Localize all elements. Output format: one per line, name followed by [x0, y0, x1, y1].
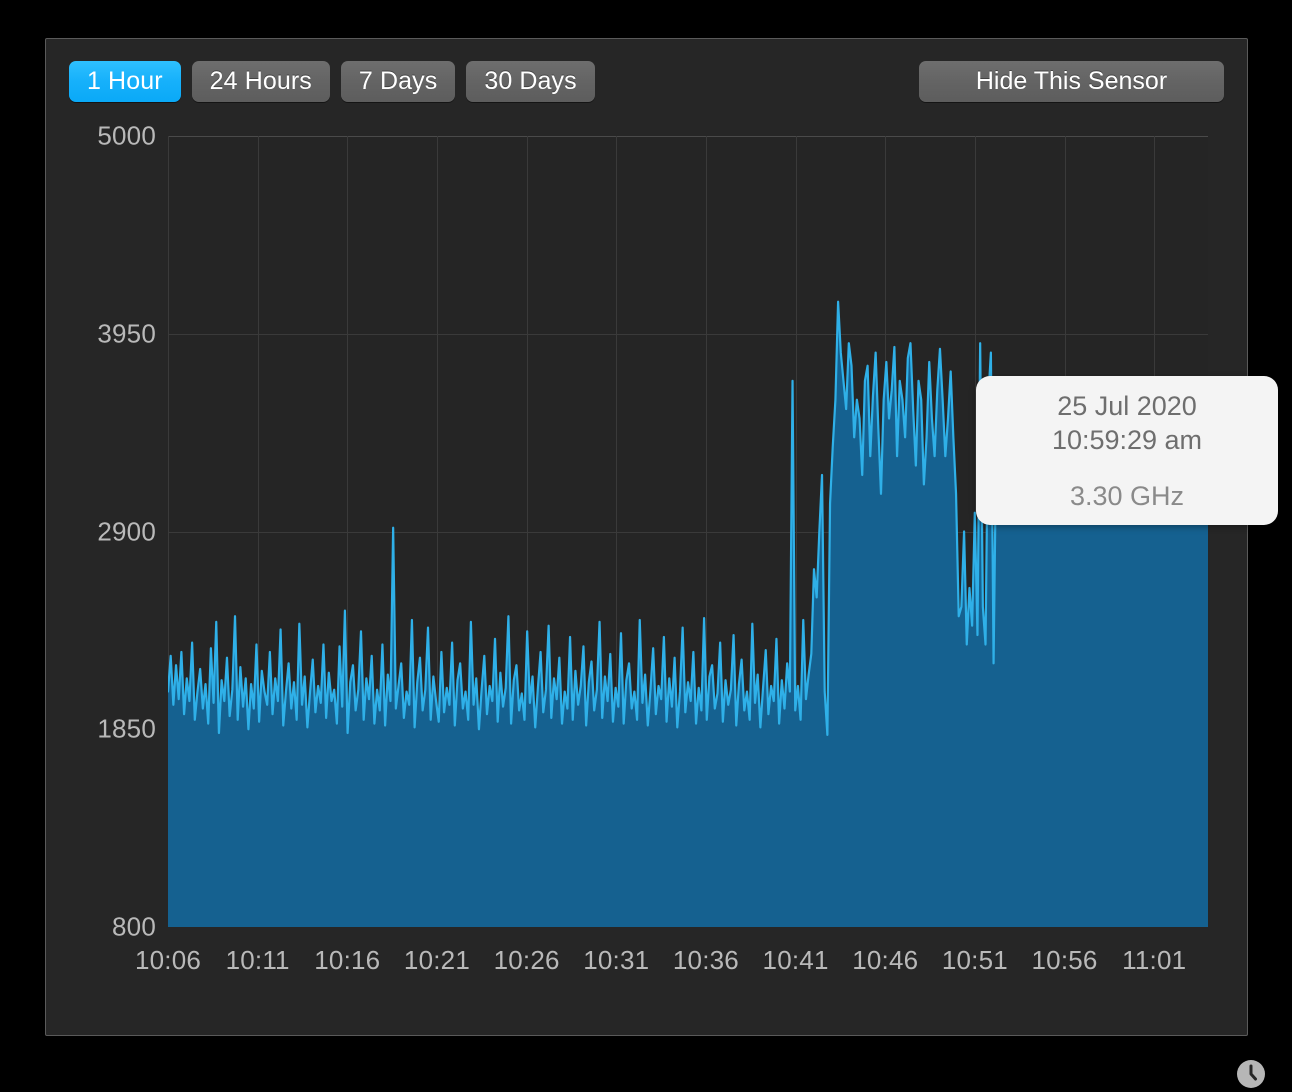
x-axis-tick: 10:56 — [1031, 945, 1098, 975]
tooltip-value: 3.30 GHz — [1069, 480, 1185, 511]
y-axis-tick: 3950 — [97, 318, 156, 349]
x-axis-tick: 10:51 — [941, 945, 1008, 975]
x-axis-tick: 10:21 — [403, 945, 470, 975]
sensor-graph-panel: 1 Hour 24 Hours 7 Days 30 Days Hide This… — [45, 38, 1278, 1088]
x-axis-tick: 10:41 — [762, 945, 829, 975]
x-axis-tick: 10:31 — [583, 945, 650, 975]
tooltip-time: 10:59:29 am — [1051, 424, 1203, 455]
x-axis-tick: 10:26 — [493, 945, 560, 975]
x-axis-tick: 10:11 — [225, 945, 290, 975]
range-button-7-days[interactable]: 7 Days — [340, 61, 456, 102]
chart: 5000 3950 2900 1850 800 10:06 10:11 10:16 10:21… — [46, 107, 1278, 1088]
y-axis-tick: 1850 — [97, 713, 156, 744]
plot-area[interactable] — [168, 136, 1208, 927]
x-axis-tick: 10:06 — [134, 945, 202, 975]
range-button-1-hour[interactable]: 1 Hour — [69, 61, 181, 102]
y-axis-tick: 2900 — [97, 516, 156, 546]
value-tooltip: 25 Jul 2020 10:59:29 am 3.30 GHz — [976, 376, 1278, 525]
hide-this-sensor-button[interactable]: Hide This Sensor — [919, 61, 1224, 102]
time-range-segmented-control[interactable]: 1 Hour 24 Hours 7 Days 30 Days — [69, 61, 595, 102]
screen-root: 1 Hour 24 Hours 7 Days 30 Days Hide This… — [0, 0, 1292, 1092]
y-axis-tick: 5000 — [97, 120, 156, 151]
range-button-30-days[interactable]: 30 Days — [466, 61, 595, 102]
y-axis: 5000 3950 2900 1850 800 — [46, 107, 168, 1037]
x-axis-tick: 10:46 — [852, 945, 919, 975]
clock-icon[interactable] — [1236, 1059, 1266, 1089]
x-axis: 10:06 10:11 10:16 10:21 10:26 10:31 10:36 10:41… — [135, 927, 1208, 987]
range-button-24-hours[interactable]: 24 Hours — [191, 61, 330, 102]
x-axis-tick: 11:01 — [1122, 945, 1187, 975]
tooltip-date: 25 Jul 2020 — [1057, 390, 1197, 421]
x-axis-tick: 10:16 — [314, 945, 381, 975]
chart-toolbar: 1 Hour 24 Hours 7 Days 30 Days Hide This… — [46, 39, 1247, 107]
series-area-chart — [168, 136, 1208, 927]
y-axis-tick: 800 — [112, 911, 156, 942]
x-axis-tick: 10:36 — [672, 945, 739, 975]
